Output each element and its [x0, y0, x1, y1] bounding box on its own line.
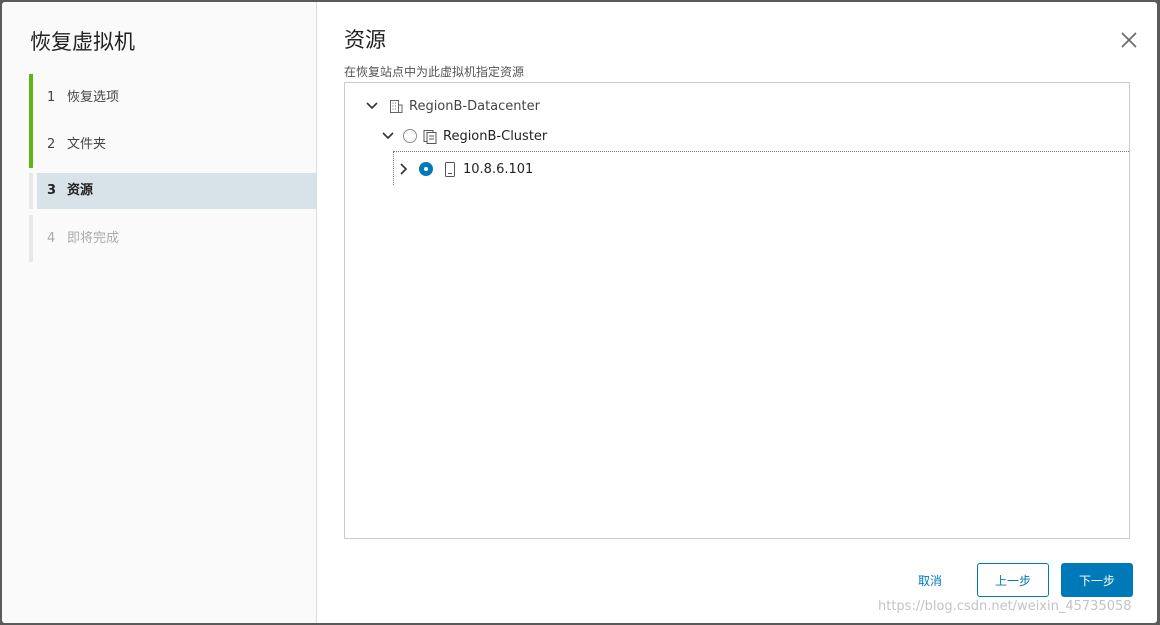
tree-node-host[interactable]: 10.8.6.101	[397, 158, 533, 180]
step-number: 3	[47, 183, 57, 198]
step-folder[interactable]: 2 文件夹	[29, 121, 316, 168]
tree-node-datacenter[interactable]: RegionB-Datacenter	[365, 95, 540, 117]
selection-divider	[393, 151, 1129, 152]
step-label: 即将完成	[67, 231, 120, 246]
selection-guide	[393, 151, 394, 185]
cluster-radio[interactable]	[403, 129, 417, 143]
step-number: 1	[47, 90, 56, 105]
step-ready-to-complete: 4 即将完成	[29, 215, 316, 262]
host-radio[interactable]	[419, 162, 433, 176]
host-icon	[443, 161, 457, 177]
datacenter-icon	[389, 99, 403, 114]
chevron-down-icon[interactable]	[381, 129, 395, 143]
wizard-sidebar: 恢复虚拟机 1 恢复选项 2 文件夹 3 资源 4 即将完成	[2, 2, 317, 623]
step-resource[interactable]: 3 资源	[29, 173, 316, 209]
tree-label: RegionB-Cluster	[443, 128, 548, 144]
next-button[interactable]: 下一步	[1061, 563, 1133, 597]
tree-label: RegionB-Datacenter	[409, 98, 540, 114]
cluster-icon	[423, 129, 437, 144]
page-subtitle: 在恢复站点中为此虚拟机指定资源	[344, 65, 525, 79]
recover-vm-dialog: 恢复虚拟机 1 恢复选项 2 文件夹 3 资源 4 即将完成 资源 在恢复站点中为此虚拟…	[2, 2, 1157, 623]
resource-tree: RegionB-Datacenter RegionB-Cluster 10.8.…	[344, 82, 1130, 539]
chevron-down-icon[interactable]	[365, 99, 379, 113]
watermark: https://blog.csdn.net/weixin_45735058	[878, 599, 1132, 614]
step-number: 4	[47, 231, 56, 246]
page-title: 资源	[344, 28, 386, 52]
step-recovery-options[interactable]: 1 恢复选项	[29, 74, 316, 121]
step-label: 文件夹	[67, 137, 107, 152]
tree-label: 10.8.6.101	[463, 161, 534, 177]
cancel-button[interactable]: 取消	[890, 563, 970, 597]
step-number: 2	[47, 137, 56, 152]
wizard-steps: 1 恢复选项 2 文件夹 3 资源 4 即将完成	[29, 74, 316, 262]
wizard-content: 资源 在恢复站点中为此虚拟机指定资源 RegionB-Datacenter Re…	[317, 2, 1157, 623]
back-button[interactable]: 上一步	[977, 563, 1049, 597]
chevron-right-icon[interactable]	[397, 162, 411, 176]
close-icon[interactable]	[1119, 30, 1139, 50]
tree-node-cluster[interactable]: RegionB-Cluster	[381, 125, 547, 147]
step-label: 资源	[67, 183, 94, 198]
step-label: 恢复选项	[67, 90, 120, 105]
wizard-title: 恢复虚拟机	[30, 30, 135, 54]
